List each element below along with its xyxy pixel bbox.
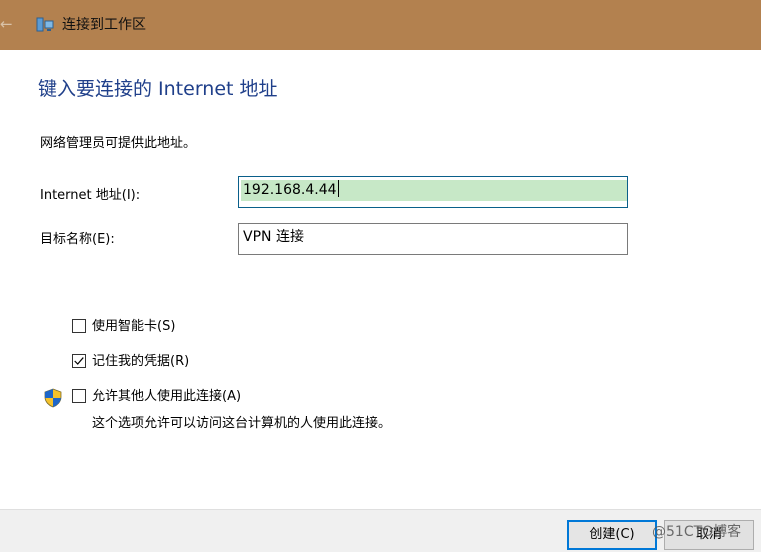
- window-title: 连接到工作区: [62, 17, 146, 33]
- watermark: @51CTO博客: [652, 524, 742, 540]
- shield-icon: [44, 388, 62, 408]
- allow-others-description: 这个选项允许可以访问这台计算机的人使用此连接。: [92, 416, 392, 431]
- internet-address-label: Internet 地址(I):: [40, 188, 141, 203]
- remember-credentials-checkbox[interactable]: [72, 354, 86, 368]
- page-heading: 键入要连接的 Internet 地址: [38, 78, 278, 100]
- page-subtitle: 网络管理员可提供此地址。: [40, 136, 197, 151]
- allow-others-checkbox[interactable]: [72, 389, 86, 403]
- checkmark-icon: [74, 357, 84, 365]
- smart-card-checkbox[interactable]: [72, 319, 86, 333]
- allow-others-label[interactable]: 允许其他人使用此连接(A): [92, 387, 241, 407]
- text-caret: [337, 180, 339, 197]
- remember-credentials-label[interactable]: 记住我的凭据(R): [92, 352, 189, 372]
- smart-card-label[interactable]: 使用智能卡(S): [92, 317, 175, 337]
- destination-name-label: 目标名称(E):: [40, 232, 115, 247]
- destination-name-input[interactable]: VPN 连接: [238, 223, 628, 255]
- network-icon: [36, 17, 54, 32]
- dialog-footer: 创建(C) 取消: [0, 509, 761, 552]
- back-arrow-icon[interactable]: ←: [0, 13, 20, 35]
- internet-address-value: 192.168.4.44: [243, 180, 339, 201]
- create-button[interactable]: 创建(C): [567, 520, 657, 550]
- title-bar: ← 连接到工作区: [0, 0, 761, 50]
- internet-address-input[interactable]: 192.168.4.44: [238, 176, 628, 208]
- destination-name-value: VPN 连接: [243, 229, 304, 245]
- internet-address-text: 192.168.4.44: [243, 182, 337, 198]
